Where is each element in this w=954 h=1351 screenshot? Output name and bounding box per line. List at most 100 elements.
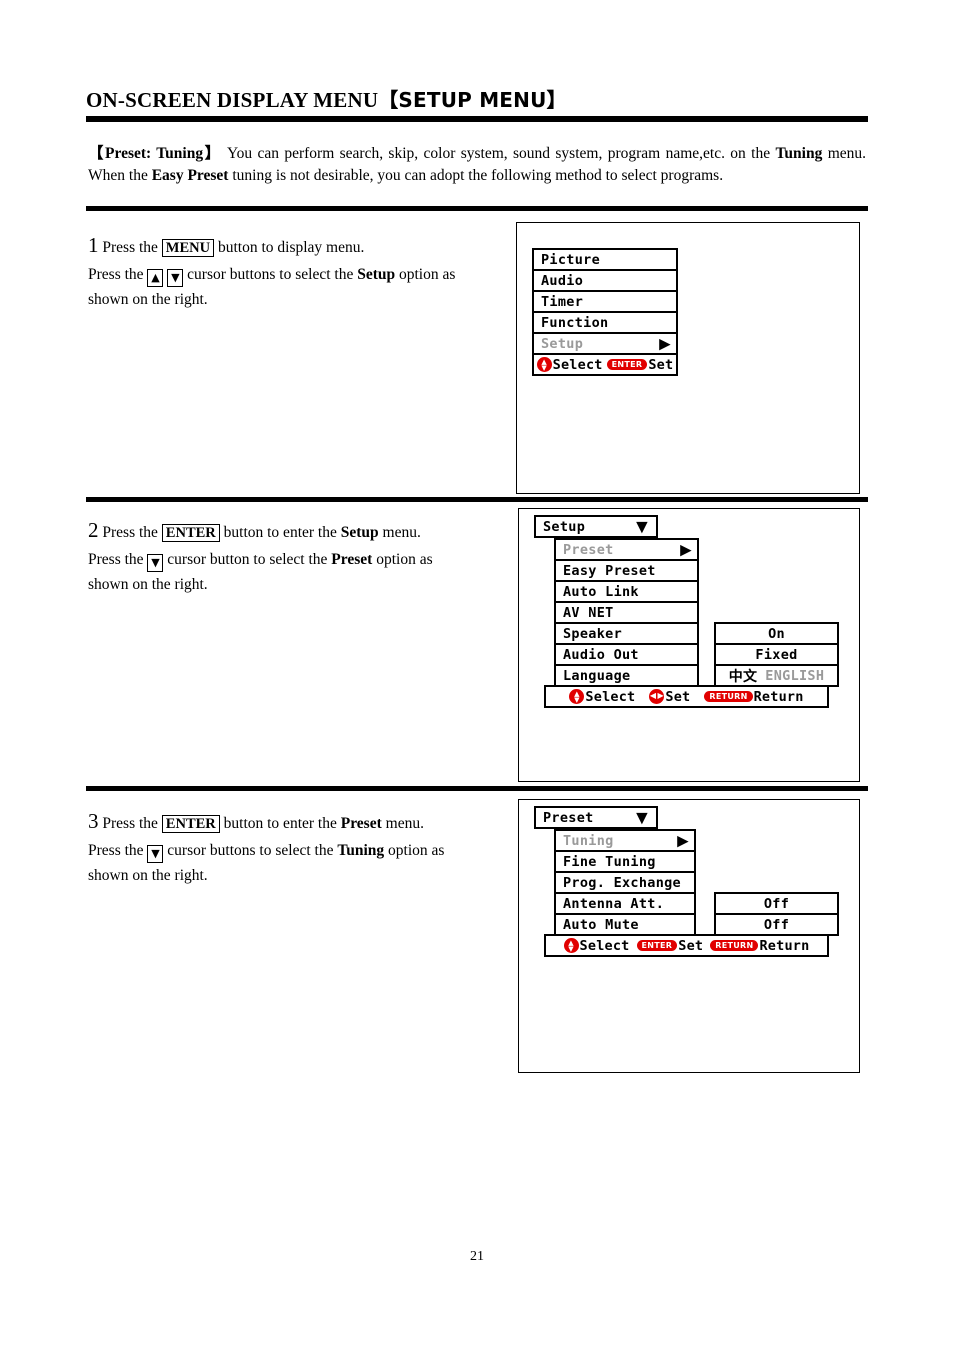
osd3-item-antenna-att[interactable]: Antenna Att. bbox=[554, 892, 696, 915]
osd2-select-label: Select bbox=[585, 688, 636, 705]
osd3-item-tuning[interactable]: Tuning ▶ bbox=[554, 829, 696, 852]
osd3-item-value: Off bbox=[763, 895, 790, 912]
step-2-bold-setup: Setup bbox=[340, 524, 379, 541]
osd2-return-label: Return bbox=[753, 688, 804, 705]
osd3-item-label: Tuning bbox=[563, 832, 614, 849]
osd3-item-auto-mute[interactable]: Auto Mute bbox=[554, 913, 696, 936]
up-down-arrows-icon: ▲ ▼ bbox=[569, 689, 585, 704]
osd2-item-label: Speaker bbox=[563, 625, 622, 642]
step-1-text: 1 Press the MENU button to display menu.… bbox=[88, 228, 513, 312]
osd1-item-picture[interactable]: Picture bbox=[532, 248, 678, 271]
osd2-value-language[interactable]: 中文 ENGLISH bbox=[714, 664, 839, 687]
step-3-bold-tuning: Tuning bbox=[337, 842, 385, 860]
step-3-line2-a: Press the bbox=[88, 842, 148, 860]
step-1-line2-b: cursor buttons to select the bbox=[183, 266, 358, 284]
osd2-title: Setup ▼ bbox=[534, 515, 658, 538]
osd3-hint-bar: ▲ ▼ Select ENTER Set RETURN Return bbox=[544, 934, 829, 957]
osd1-row: Picture bbox=[532, 248, 678, 271]
osd-main-menu: Picture Audio Timer Function Setup ▶ ▲ ▼… bbox=[532, 248, 678, 376]
osd1-row: Timer bbox=[532, 290, 678, 313]
osd3-item-value: Off bbox=[763, 916, 790, 933]
step-3-number: 3 bbox=[88, 809, 99, 833]
intro-text-1: You can perform search, skip, color syst… bbox=[221, 145, 776, 162]
osd2-item-label: Language bbox=[563, 667, 631, 684]
osd2-item-easy-preset[interactable]: Easy Preset bbox=[554, 559, 699, 582]
osd1-item-label: Audio bbox=[541, 272, 584, 289]
step-1-line1-b: button to display menu. bbox=[214, 239, 365, 256]
intro-bold-easy-preset: Easy Preset bbox=[151, 167, 229, 184]
osd1-row: Setup ▶ bbox=[532, 332, 678, 355]
osd3-row: Fine Tuning bbox=[554, 850, 839, 873]
step-2-line3: shown on the right. bbox=[88, 576, 208, 594]
intro-lead-bracket-open: 【 bbox=[88, 144, 105, 162]
osd3-title-label: Preset bbox=[543, 809, 594, 826]
osd1-row: Audio bbox=[532, 269, 678, 292]
page-number: 21 bbox=[470, 1249, 484, 1264]
left-right-arrows-icon: ◀ ▶ bbox=[649, 689, 665, 704]
osd3-value-auto-mute[interactable]: Off bbox=[714, 913, 839, 936]
language-value-english[interactable]: ENGLISH bbox=[765, 668, 824, 684]
step-1-line2-a: Press the bbox=[88, 266, 148, 284]
osd1-hint-bar: ▲ ▼ Select ENTER Set bbox=[532, 353, 678, 376]
osd2-item-speaker[interactable]: Speaker bbox=[554, 622, 699, 645]
osd2-item-label: Easy Preset bbox=[563, 562, 656, 579]
osd3-set-label: Set bbox=[678, 937, 704, 954]
osd3-item-prog-exchange[interactable]: Prog. Exchange bbox=[554, 871, 696, 894]
step-2-bold-preset: Preset bbox=[331, 551, 373, 569]
enter-key[interactable]: ENTER bbox=[161, 524, 220, 543]
osd3-hint-row: ▲ ▼ Select ENTER Set RETURN Return bbox=[544, 934, 839, 957]
osd2-item-label: AV NET bbox=[563, 604, 614, 621]
osd2-hint-select: ▲ ▼ Select bbox=[569, 689, 635, 705]
osd2-item-audio-out[interactable]: Audio Out bbox=[554, 643, 699, 666]
osd1-item-audio[interactable]: Audio bbox=[532, 269, 678, 292]
up-down-arrows-icon: ▲ ▼ bbox=[563, 938, 579, 953]
down-arrow-key[interactable]: ▼ bbox=[147, 845, 164, 864]
osd1-item-label: Timer bbox=[541, 293, 584, 310]
enter-pill-icon: ENTER bbox=[636, 940, 678, 951]
osd2-value-audio-out[interactable]: Fixed bbox=[714, 643, 839, 666]
chevron-right-icon: ▶ bbox=[659, 334, 671, 352]
osd2-item-preset[interactable]: Preset ▶ bbox=[554, 538, 699, 561]
intro-rule bbox=[86, 206, 868, 211]
osd2-row: Preset ▶ bbox=[554, 538, 839, 561]
enter-key[interactable]: ENTER bbox=[161, 815, 220, 834]
osd2-hint-bar: ▲ ▼ Select ◀ ▶ Set RETURN Return bbox=[544, 685, 829, 708]
osd1-item-timer[interactable]: Timer bbox=[532, 290, 678, 313]
page-title-main: ON-SCREEN DISPLAY MENU bbox=[86, 88, 379, 112]
header-rule bbox=[86, 116, 868, 123]
osd2-item-label: Audio Out bbox=[563, 646, 639, 663]
osd2-row: Auto Link bbox=[554, 580, 839, 603]
bracket-close: 】 bbox=[546, 88, 567, 112]
osd3-item-label: Fine Tuning bbox=[563, 853, 656, 870]
down-arrow-key[interactable]: ▼ bbox=[167, 269, 184, 288]
osd1-set-label: Set bbox=[648, 356, 674, 373]
osd2-item-language[interactable]: Language bbox=[554, 664, 699, 687]
osd2-value-speaker[interactable]: On bbox=[714, 622, 839, 645]
osd1-item-setup[interactable]: Setup ▶ bbox=[532, 332, 678, 355]
osd2-item-label: Preset bbox=[563, 541, 614, 558]
step-3-line3: shown on the right. bbox=[88, 867, 208, 885]
osd3-row: Antenna Att. Off bbox=[554, 892, 839, 915]
osd3-item-label: Auto Mute bbox=[563, 916, 639, 933]
osd1-hint-set: ENTER Set bbox=[606, 356, 674, 373]
intro-paragraph: 【Preset: Tuning】 You can perform search,… bbox=[88, 142, 866, 187]
osd1-hint-row: ▲ ▼ Select ENTER Set bbox=[532, 353, 678, 376]
osd1-select-label: Select bbox=[552, 356, 603, 373]
section-separator-1 bbox=[86, 497, 868, 502]
osd3-item-fine-tuning[interactable]: Fine Tuning bbox=[554, 850, 696, 873]
menu-key[interactable]: MENU bbox=[161, 239, 215, 258]
down-arrow-key[interactable]: ▼ bbox=[147, 554, 164, 573]
osd3-value-antenna-att[interactable]: Off bbox=[714, 892, 839, 915]
chevron-down-icon: ▼ bbox=[636, 517, 648, 535]
osd2-item-av-net[interactable]: AV NET bbox=[554, 601, 699, 624]
osd3-hint-select: ▲ ▼ Select bbox=[563, 938, 630, 954]
osd2-item-auto-link[interactable]: Auto Link bbox=[554, 580, 699, 603]
language-value-chinese[interactable]: 中文 bbox=[729, 666, 758, 686]
osd1-item-function[interactable]: Function bbox=[532, 311, 678, 334]
intro-bold-tuning: Tuning bbox=[775, 145, 823, 162]
osd1-item-label: Picture bbox=[541, 251, 600, 268]
osd2-item-value: Fixed bbox=[755, 646, 798, 663]
page-title-bracketed: SETUP MENU bbox=[398, 88, 547, 112]
up-arrow-key[interactable]: ▲ bbox=[147, 269, 164, 288]
osd2-hint-set: ◀ ▶ Set bbox=[649, 689, 690, 705]
